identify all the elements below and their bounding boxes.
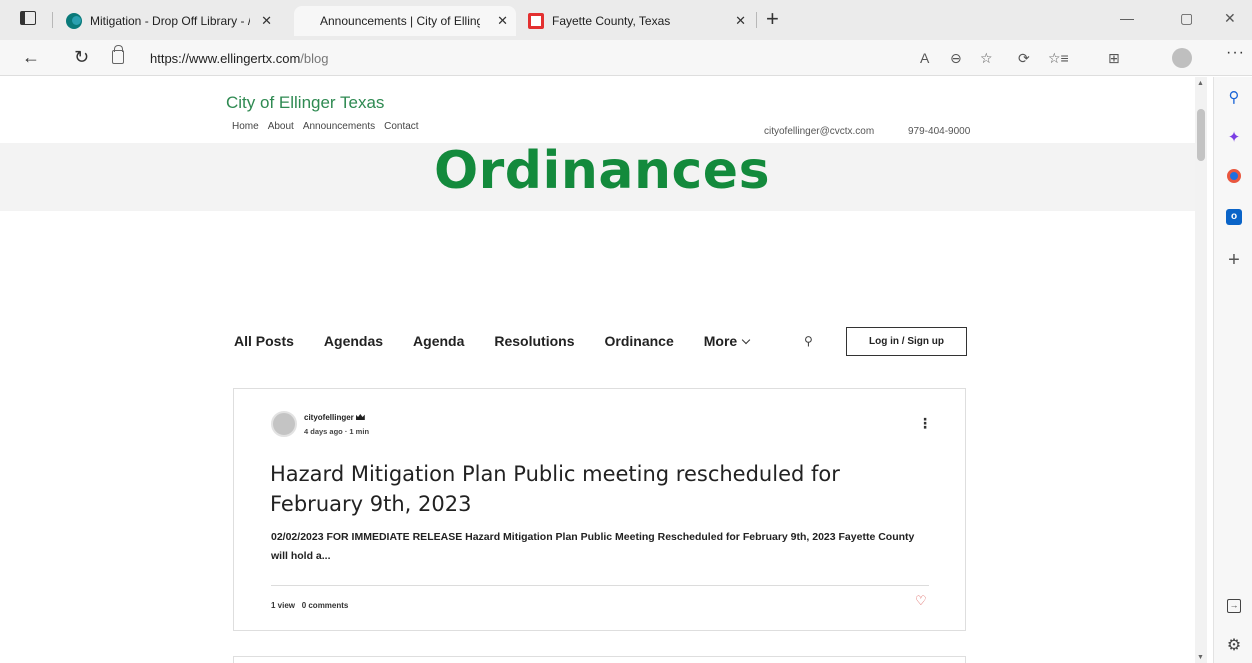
post-title[interactable]: Hazard Mitigation Plan Public meeting re… bbox=[270, 459, 930, 519]
scroll-down-arrow-icon[interactable]: ▼ bbox=[1197, 654, 1204, 661]
nav-home[interactable]: Home bbox=[232, 121, 259, 132]
hide-sidebar-icon[interactable]: → bbox=[1227, 599, 1241, 613]
scroll-thumb[interactable] bbox=[1197, 109, 1205, 161]
tab-separator bbox=[52, 12, 53, 28]
browser-toolbar: ← ↻ https://www.ellingertx.com/blog A ⊖ … bbox=[0, 40, 1252, 76]
more-label: More bbox=[703, 333, 738, 349]
chevron-down-icon bbox=[741, 335, 751, 345]
add-sidebar-app-icon[interactable]: + bbox=[1225, 250, 1243, 270]
tab-title: Fayette County, Texas bbox=[552, 14, 671, 28]
category-more[interactable]: More bbox=[703, 333, 751, 349]
view-count: 1 view bbox=[271, 601, 296, 610]
tab-title: Announcements | City of Ellinge bbox=[320, 14, 480, 28]
site-title[interactable]: City of Ellinger Texas bbox=[226, 93, 384, 113]
outlook-icon[interactable]: o bbox=[1226, 209, 1242, 225]
nav-announcements[interactable]: Announcements bbox=[303, 121, 375, 132]
sidebar-settings-icon[interactable]: ⚙ bbox=[1225, 637, 1243, 655]
blog-search-icon[interactable]: ⚲ bbox=[804, 334, 813, 348]
tab-title: Mitigation - Drop Off Library - / bbox=[90, 14, 250, 28]
category-agendas[interactable]: Agendas bbox=[324, 333, 383, 349]
close-window-button[interactable]: ✕ bbox=[1224, 10, 1236, 27]
minimize-button[interactable]: — bbox=[1120, 10, 1134, 26]
contact-email[interactable]: cityofellinger@cvctx.com bbox=[764, 126, 874, 137]
new-tab-button[interactable]: + bbox=[766, 8, 779, 30]
divider bbox=[271, 585, 929, 586]
post-card[interactable] bbox=[233, 656, 966, 663]
post-meta: 4 days ago · 1 min bbox=[304, 427, 370, 436]
url-host: https://www.ellingertx.com bbox=[150, 51, 301, 66]
tab-close-icon[interactable]: ✕ bbox=[497, 13, 508, 29]
like-heart-icon[interactable]: ♡ bbox=[915, 593, 927, 609]
post-options-icon[interactable]: ⋮ bbox=[918, 415, 932, 432]
collections-icon[interactable]: ⊞ bbox=[1108, 50, 1120, 67]
comment-count[interactable]: 0 comments bbox=[302, 601, 349, 610]
login-signup-button[interactable]: Log in / Sign up bbox=[846, 327, 967, 356]
post-card[interactable]: cityofellinger 4 days ago · 1 min ⋮ Haza… bbox=[233, 388, 966, 631]
favorite-star-icon[interactable]: ☆ bbox=[980, 50, 993, 67]
tab-close-icon[interactable]: ✕ bbox=[261, 13, 272, 29]
url-path: /blog bbox=[300, 51, 329, 66]
blog-category-menu: All Posts Agendas Agenda Resolutions Ord… bbox=[234, 333, 779, 349]
nav-about[interactable]: About bbox=[268, 121, 294, 132]
author-name[interactable]: cityofellinger bbox=[304, 413, 365, 422]
contact-phone[interactable]: 979-404-9000 bbox=[908, 126, 970, 137]
admin-crown-icon bbox=[355, 414, 365, 420]
profile-avatar[interactable] bbox=[1172, 48, 1192, 68]
fayette-favicon-icon bbox=[528, 13, 544, 29]
back-arrow-icon[interactable]: ← bbox=[22, 47, 40, 68]
tab-separator bbox=[756, 12, 757, 28]
post-stats: 1 view 0 comments bbox=[271, 601, 348, 610]
read-aloud-icon[interactable]: A bbox=[920, 50, 929, 66]
page-scrollbar[interactable]: ▲ ▼ bbox=[1195, 77, 1207, 663]
copilot-icon[interactable]: ✦ bbox=[1225, 129, 1243, 147]
tab-mitigation[interactable]: Mitigation - Drop Off Library - / ✕ bbox=[66, 6, 280, 36]
refresh-icon[interactable]: ↻ bbox=[74, 47, 89, 68]
maximize-button[interactable]: ▢ bbox=[1180, 10, 1193, 27]
nav-contact[interactable]: Contact bbox=[384, 121, 418, 132]
category-resolutions[interactable]: Resolutions bbox=[494, 333, 574, 349]
site-nav: Home About Announcements Contact bbox=[232, 121, 419, 132]
lock-icon[interactable] bbox=[112, 45, 124, 64]
address-bar[interactable]: https://www.ellingertx.com/blog bbox=[150, 51, 328, 66]
favorites-list-icon[interactable]: ☆≡ bbox=[1048, 50, 1069, 67]
browser-sidebar: ⚲ ✦ o + → ⚙ bbox=[1213, 77, 1252, 663]
extensions-icon[interactable]: ⟳ bbox=[1018, 50, 1030, 67]
page-title: Ordinances bbox=[433, 141, 771, 201]
author-name-text: cityofellinger bbox=[304, 413, 354, 422]
office-icon[interactable] bbox=[1227, 169, 1241, 183]
zoom-icon[interactable]: ⊖ bbox=[950, 50, 962, 67]
sidebar-search-icon[interactable]: ⚲ bbox=[1225, 89, 1243, 107]
post-excerpt: 02/02/2023 FOR IMMEDIATE RELEASE Hazard … bbox=[271, 531, 915, 562]
category-agenda[interactable]: Agenda bbox=[413, 333, 464, 349]
author-avatar[interactable] bbox=[271, 411, 297, 437]
scroll-up-arrow-icon[interactable]: ▲ bbox=[1197, 80, 1204, 87]
tab-announcements[interactable]: Announcements | City of Ellinge ✕ bbox=[294, 6, 516, 36]
more-menu-icon[interactable]: ··· bbox=[1226, 44, 1245, 62]
category-all-posts[interactable]: All Posts bbox=[234, 333, 294, 349]
sharepoint-favicon-icon bbox=[66, 13, 82, 29]
category-ordinance[interactable]: Ordinance bbox=[605, 333, 674, 349]
tab-strip: Mitigation - Drop Off Library - / ✕ Anno… bbox=[0, 0, 1252, 40]
tab-actions-icon[interactable] bbox=[20, 11, 36, 25]
tab-close-icon[interactable]: ✕ bbox=[735, 13, 746, 29]
web-page: City of Ellinger Texas Home About Announ… bbox=[0, 77, 1195, 663]
tab-fayette-county[interactable]: Fayette County, Texas ✕ bbox=[528, 6, 754, 36]
